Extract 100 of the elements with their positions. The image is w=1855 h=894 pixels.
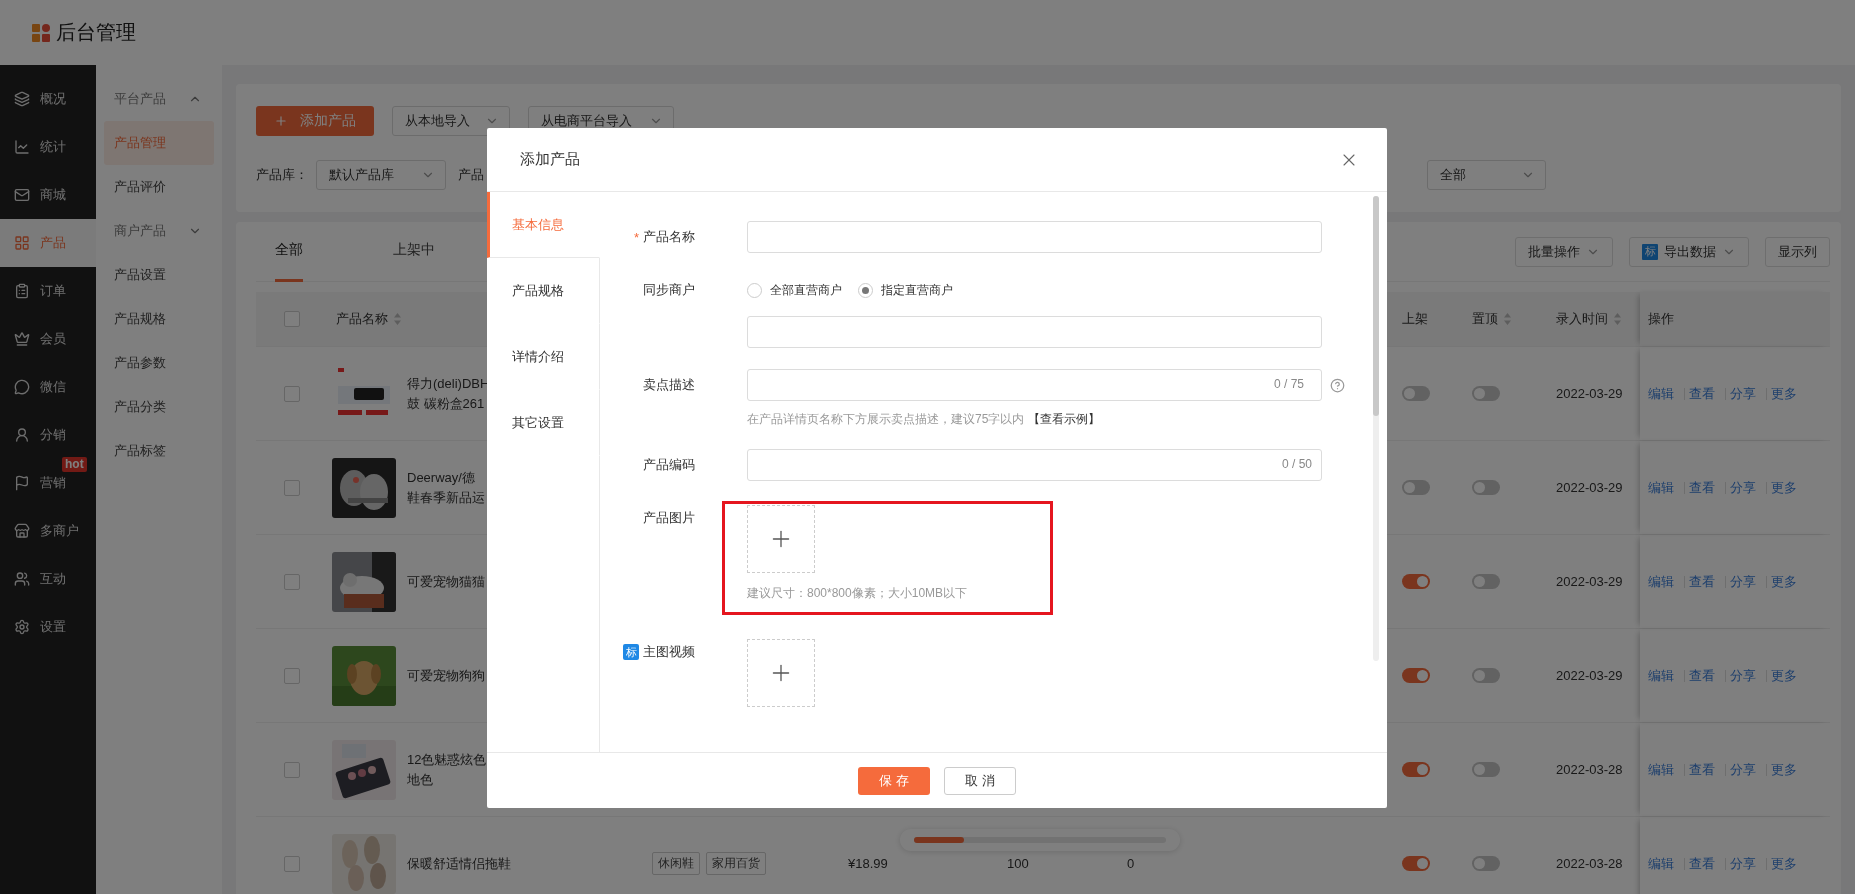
nav-item[interactable]: 统计 [0,123,96,171]
row-action-link[interactable]: 查看 [1689,572,1715,591]
column-header: 产品名称 [336,310,388,328]
entry-date: 2022-03-29 [1556,574,1623,589]
radio-option[interactable]: 指定直营商户 [858,281,953,299]
row-action-link[interactable]: 分享 [1730,760,1756,779]
nav-item[interactable]: 订单 [0,267,96,315]
dialog-tab[interactable]: 其它设置 [487,390,600,456]
nav-item[interactable]: 微信 [0,363,96,411]
checkbox[interactable] [284,385,300,402]
sort-icon[interactable] [394,313,401,325]
checkbox[interactable] [284,479,300,496]
table-tab[interactable]: 上架中 [393,221,435,282]
sort-icon[interactable] [1504,313,1511,325]
row-action-link[interactable]: 查看 [1689,384,1715,403]
submenu-item[interactable]: 产品标签 [104,429,214,473]
submenu-item[interactable]: 产品管理 [104,121,214,165]
text-field[interactable] [747,369,1322,401]
row-action-link[interactable]: 查看 [1689,666,1715,685]
submenu-item[interactable]: 产品评价 [104,165,214,209]
export-dropdown[interactable]: 标 导出数据 [1629,236,1749,267]
table-tab[interactable]: 全部 [275,221,303,282]
row-action-link[interactable]: 编辑 [1648,572,1674,591]
horizontal-scrollbar[interactable] [900,829,1180,851]
checkbox[interactable] [284,667,300,684]
submenu-item[interactable]: 产品参数 [104,341,214,385]
import-dropdown[interactable]: 从本地导入 [392,106,510,136]
add-product-button[interactable]: 添加产品 [256,106,374,136]
row-action-link[interactable]: 编辑 [1648,854,1674,873]
row-action-link[interactable]: 更多 [1771,760,1797,779]
dialog-tab[interactable]: 产品规格 [487,258,600,324]
radio-option[interactable]: 全部直营商户 [747,281,842,299]
listed-switch[interactable] [1402,762,1430,777]
pin-switch[interactable] [1472,574,1500,589]
pin-switch[interactable] [1472,856,1500,871]
field-label: 产品图片 [643,509,695,527]
menu-group-label[interactable]: 商户产品 [114,222,166,240]
nav-item[interactable]: 多商户 [0,507,96,555]
help-icon[interactable] [1330,377,1345,393]
row-action-link[interactable]: 分享 [1730,384,1756,403]
dialog-tab[interactable]: 基本信息 [487,192,600,258]
row-action-link[interactable]: 更多 [1771,478,1797,497]
row-action-link[interactable]: 分享 [1730,572,1756,591]
row-action-link[interactable]: 更多 [1771,572,1797,591]
submenu-item[interactable]: 产品规格 [104,297,214,341]
entry-date: 2022-03-29 [1556,386,1623,401]
upload-box[interactable] [747,505,815,573]
submenu-item[interactable]: 产品分类 [104,385,214,429]
row-action-link[interactable]: 查看 [1689,854,1715,873]
row-action-link[interactable]: 编辑 [1648,760,1674,779]
upload-box[interactable] [747,639,815,707]
row-action-link[interactable]: 查看 [1689,760,1715,779]
row-action-link[interactable]: 编辑 [1648,384,1674,403]
checkbox[interactable] [284,761,300,778]
row-action-link[interactable]: 更多 [1771,384,1797,403]
listed-switch[interactable] [1402,668,1430,683]
nav-item[interactable]: hot 营销 [0,459,96,507]
text-field[interactable] [747,449,1322,481]
show-columns-button[interactable]: 显示列 [1765,236,1830,267]
pin-switch[interactable] [1472,480,1500,495]
listed-switch[interactable] [1402,386,1430,401]
example-link[interactable]: 【查看示例】 [1028,412,1101,426]
dialog-tab[interactable]: 详情介绍 [487,324,600,390]
nav-item[interactable]: 设置 [0,603,96,651]
row-action-link[interactable]: 分享 [1730,478,1756,497]
nav-item[interactable]: 会员 [0,315,96,363]
nav-item[interactable]: 商城 [0,171,96,219]
status-dropdown[interactable]: 全部 [1427,160,1546,190]
text-field[interactable] [747,221,1322,253]
pin-switch[interactable] [1472,762,1500,777]
batch-dropdown[interactable]: 批量操作 [1515,236,1613,267]
scrollbar[interactable] [1373,196,1379,661]
row-action-link[interactable]: 更多 [1771,854,1797,873]
row-action-link[interactable]: 分享 [1730,666,1756,685]
cancel-button[interactable]: 取 消 [944,766,1016,795]
checkbox[interactable] [284,311,300,327]
nav-item[interactable]: 互动 [0,555,96,603]
listed-switch[interactable] [1402,480,1430,495]
save-button[interactable]: 保 存 [858,766,930,795]
row-action-link[interactable]: 编辑 [1648,666,1674,685]
row-action-link[interactable]: 分享 [1730,854,1756,873]
sort-icon[interactable] [1614,313,1621,325]
text-field[interactable] [747,316,1322,348]
listed-switch[interactable] [1402,574,1430,589]
submenu-item[interactable]: 产品设置 [104,253,214,297]
field-label: 产品名称 [643,228,695,246]
nav-item[interactable]: 概况 [0,75,96,123]
library-dropdown[interactable]: 默认产品库 [316,160,446,190]
row-action-link[interactable]: 编辑 [1648,478,1674,497]
pin-switch[interactable] [1472,386,1500,401]
chart-icon [14,139,30,155]
hint-text: 在产品详情页名称下方展示卖点描述，建议75字以内 【查看示例】 [747,411,1102,428]
listed-switch[interactable] [1402,856,1430,871]
nav-item[interactable]: 产品 [0,219,96,267]
row-action-link[interactable]: 查看 [1689,478,1715,497]
pin-switch[interactable] [1472,668,1500,683]
menu-group-label[interactable]: 平台产品 [114,90,166,108]
row-action-link[interactable]: 更多 [1771,666,1797,685]
checkbox[interactable] [284,573,300,590]
checkbox[interactable] [284,855,300,872]
